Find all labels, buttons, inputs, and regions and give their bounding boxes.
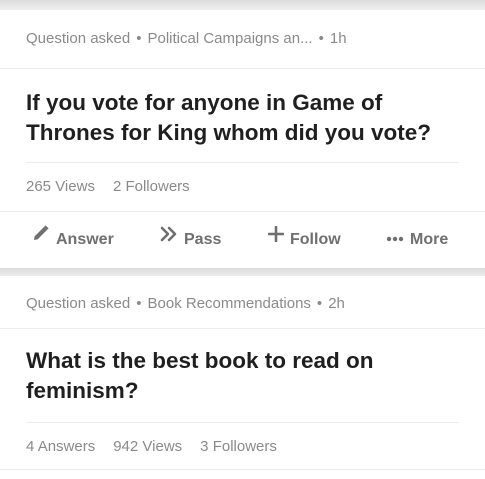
card-separator [0, 268, 485, 276]
question-title[interactable]: What is the best book to read on feminis… [26, 346, 466, 406]
meta-type: Question asked [26, 30, 131, 47]
double-chevron-icon [160, 210, 178, 266]
divider [0, 328, 485, 329]
views-label: Views [142, 438, 183, 455]
divider [0, 68, 485, 69]
views-label: Views [55, 178, 95, 195]
follow-button[interactable]: Follow [267, 210, 341, 268]
meta-topic-link[interactable]: Political Campaigns an... [148, 30, 313, 47]
answers-count: 4 [26, 438, 35, 455]
divider [26, 162, 459, 163]
meta-separator: • [136, 295, 142, 312]
divider [26, 422, 459, 423]
meta-time: 2h [328, 295, 345, 312]
more-label: More [410, 231, 449, 248]
meta-separator: • [316, 295, 323, 312]
plus-icon [267, 210, 285, 266]
views-count: 265 [26, 178, 52, 195]
card-separator [0, 0, 485, 10]
pass-button[interactable]: Pass [160, 212, 221, 268]
question-stats: 265 Views 2 Followers [26, 178, 190, 195]
question-stats: 4 Answers 942 Views 3 Followers [26, 438, 277, 455]
ellipsis-icon [386, 210, 404, 266]
question-meta: Question asked • Political Campaigns an...… [26, 10, 347, 68]
followers-label: Followers [212, 438, 277, 455]
answer-label: Answer [56, 231, 114, 248]
divider [0, 469, 485, 470]
answers-label: Answers [37, 438, 96, 455]
pencil-icon [32, 210, 50, 266]
meta-separator: • [318, 30, 324, 47]
followers-count: 2 [112, 178, 122, 195]
question-card: Question asked • Book Recommendations • 2h W… [0, 276, 485, 479]
follow-label: Follow [290, 231, 341, 248]
meta-separator: • [136, 30, 142, 47]
question-card: Question asked • Political Campaigns an...… [0, 10, 485, 268]
meta-time: 1h [329, 30, 347, 47]
answer-button[interactable]: Answer [32, 212, 114, 268]
question-meta: Question asked • Book Recommendations • 2h [26, 276, 345, 332]
meta-topic-link[interactable]: Book Recommendations [148, 295, 311, 312]
pass-label: Pass [184, 231, 222, 248]
action-bar: Answer Pass Follow More [0, 212, 485, 268]
meta-type: Question asked [26, 295, 131, 312]
followers-count: 3 [200, 438, 209, 455]
question-title[interactable]: If you vote for anyone in Game of Throne… [26, 88, 466, 148]
followers-label: Followers [125, 178, 190, 195]
question-feed: Question asked • Political Campaigns an...… [0, 0, 485, 479]
views-count: 942 [113, 438, 139, 455]
more-button[interactable]: More [386, 212, 448, 268]
